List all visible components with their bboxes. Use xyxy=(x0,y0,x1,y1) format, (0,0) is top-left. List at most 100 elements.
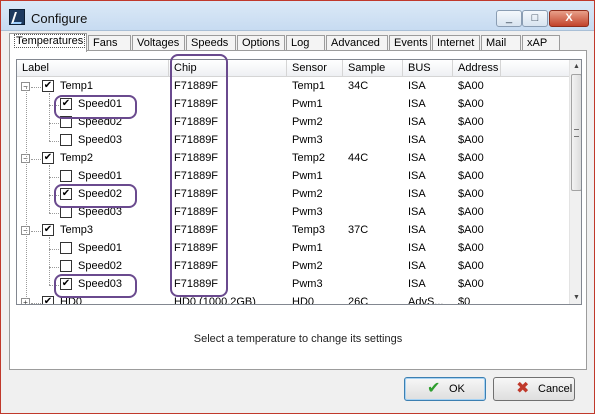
row-checkbox[interactable]: ✔ xyxy=(60,278,72,290)
configure-window: Configure _ □ X Temperatures Fans Voltages… xyxy=(0,0,595,414)
tab-label: Internet xyxy=(437,37,475,49)
tab-internet[interactable]: Internet xyxy=(432,35,480,51)
tab-speeds[interactable]: Speeds xyxy=(186,35,236,51)
row-checkbox[interactable] xyxy=(60,170,72,182)
row-bus: ISA xyxy=(408,242,426,254)
row-chip: F71889F xyxy=(174,134,219,146)
tab-events[interactable]: Events xyxy=(389,35,431,51)
tree-connector xyxy=(31,303,41,304)
tree-connector xyxy=(49,285,59,286)
row-bus: ISA xyxy=(408,116,426,128)
column-header-sample[interactable]: Sample xyxy=(343,60,403,77)
table-row[interactable]: + ✔ HD0 HD0 (1000.2GB) HD0 26C AdvS... $0 xyxy=(17,294,569,305)
column-header-label[interactable]: Label xyxy=(17,60,169,77)
row-checkbox[interactable]: ✔ xyxy=(60,188,72,200)
maximize-button[interactable]: □ xyxy=(522,10,548,27)
sensor-tree-list[interactable]: Label Chip Sensor Sample BUS Address − ✔ Temp1 F… xyxy=(16,59,582,305)
row-sample: 26C xyxy=(348,296,369,305)
row-address: $0 xyxy=(458,296,471,305)
ok-button[interactable]: ✔ OK xyxy=(404,377,486,401)
row-bus: ISA xyxy=(408,224,426,236)
row-checkbox[interactable] xyxy=(60,134,72,146)
column-header-bus[interactable]: BUS xyxy=(403,60,453,77)
row-label: Speed02 xyxy=(78,188,123,200)
row-bus: ISA xyxy=(408,260,426,272)
row-label: Speed01 xyxy=(78,170,123,182)
scroll-down-arrow-icon[interactable]: ▼ xyxy=(570,291,581,304)
row-chip: F71889F xyxy=(174,278,219,290)
row-chip: HD0 (1000.2GB) xyxy=(174,296,256,305)
row-address: $A00 xyxy=(458,170,484,182)
row-checkbox[interactable] xyxy=(60,116,72,128)
tree-connector xyxy=(49,237,50,285)
scroll-up-arrow-icon[interactable]: ▲ xyxy=(570,60,581,73)
row-label: Speed03 xyxy=(78,278,123,290)
minimize-button[interactable]: _ xyxy=(496,10,522,27)
tab-mail[interactable]: Mail xyxy=(481,35,521,51)
tab-xap[interactable]: xAP xyxy=(522,35,560,51)
tree-connector xyxy=(49,123,59,124)
tab-options[interactable]: Options xyxy=(237,35,285,51)
row-sample: 44C xyxy=(348,152,369,164)
column-header-sensor[interactable]: Sensor xyxy=(287,60,343,77)
table-row[interactable]: Speed01 F71889F Pwm1 ISA $A00 xyxy=(17,240,569,258)
row-chip: F71889F xyxy=(174,152,219,164)
table-row[interactable]: − ✔ Temp1 F71889F Temp1 34C ISA $A00 xyxy=(17,78,569,96)
column-header-address[interactable]: Address xyxy=(453,60,501,77)
table-row[interactable]: ✔ Speed02 F71889F Pwm2 ISA $A00 xyxy=(17,186,569,204)
status-message: Select a temperature to change its setti… xyxy=(193,333,403,345)
ok-label: OK xyxy=(449,383,465,395)
table-row[interactable]: Speed03 F71889F Pwm3 ISA $A00 xyxy=(17,132,569,150)
row-sensor: Pwm1 xyxy=(292,170,323,182)
row-sample: 34C xyxy=(348,80,369,92)
tab-label: Events xyxy=(394,37,428,49)
tab-label: Options xyxy=(242,37,280,49)
tab-voltages[interactable]: Voltages xyxy=(132,35,185,51)
row-checkbox[interactable]: ✔ xyxy=(42,152,54,164)
table-row[interactable]: ✔ Speed03 F71889F Pwm3 ISA $A00 xyxy=(17,276,569,294)
row-bus: ISA xyxy=(408,80,426,92)
tab-log[interactable]: Log xyxy=(286,35,325,51)
table-row[interactable]: Speed01 F71889F Pwm1 ISA $A00 xyxy=(17,168,569,186)
row-bus: ISA xyxy=(408,134,426,146)
row-bus: ISA xyxy=(408,170,426,182)
row-chip: F71889F xyxy=(174,224,219,236)
column-header-chip[interactable]: Chip xyxy=(169,60,287,77)
temperatures-panel: Label Chip Sensor Sample BUS Address − ✔ Temp1 F… xyxy=(9,50,587,370)
row-address: $A00 xyxy=(458,206,484,218)
row-address: $A00 xyxy=(458,98,484,110)
table-row[interactable]: − ✔ Temp3 F71889F Temp3 37C ISA $A00 xyxy=(17,222,569,240)
tree-connector xyxy=(49,165,50,213)
row-label: Temp1 xyxy=(60,80,94,92)
vertical-scrollbar[interactable]: ▲ ▼ xyxy=(569,60,581,304)
row-checkbox[interactable]: ✔ xyxy=(42,224,54,236)
row-bus: AdvS... xyxy=(408,296,444,305)
row-address: $A00 xyxy=(458,242,484,254)
row-chip: F71889F xyxy=(174,80,219,92)
tab-label: Voltages xyxy=(137,37,180,49)
tree-connector xyxy=(49,213,59,214)
tab-advanced[interactable]: Advanced xyxy=(326,35,388,51)
row-checkbox[interactable]: ✔ xyxy=(42,296,54,304)
table-row[interactable]: Speed02 F71889F Pwm2 ISA $A00 xyxy=(17,114,569,132)
tab-temperatures[interactable]: Temperatures xyxy=(9,33,87,52)
table-row[interactable]: Speed02 F71889F Pwm2 ISA $A00 xyxy=(17,258,569,276)
row-checkbox[interactable] xyxy=(60,242,72,254)
title-bar[interactable]: Configure _ □ X xyxy=(1,1,594,31)
row-checkbox[interactable] xyxy=(60,206,72,218)
row-address: $A00 xyxy=(458,278,484,290)
cancel-button[interactable]: ✖ Cancel xyxy=(493,377,575,401)
row-checkbox[interactable]: ✔ xyxy=(60,98,72,110)
tab-fans[interactable]: Fans xyxy=(88,35,131,51)
tab-label: Advanced xyxy=(331,37,380,49)
table-row[interactable]: Speed03 F71889F Pwm3 ISA $A00 xyxy=(17,204,569,222)
scroll-thumb[interactable] xyxy=(571,74,581,191)
table-row[interactable]: − ✔ Temp2 F71889F Temp2 44C ISA $A00 xyxy=(17,150,569,168)
row-checkbox[interactable]: ✔ xyxy=(42,80,54,92)
row-sensor: Pwm2 xyxy=(292,116,323,128)
row-sensor: Pwm1 xyxy=(292,242,323,254)
row-checkbox[interactable] xyxy=(60,260,72,272)
expand-icon[interactable]: + xyxy=(21,298,30,304)
close-button[interactable]: X xyxy=(549,10,589,27)
table-row[interactable]: ✔ Speed01 F71889F Pwm1 ISA $A00 xyxy=(17,96,569,114)
